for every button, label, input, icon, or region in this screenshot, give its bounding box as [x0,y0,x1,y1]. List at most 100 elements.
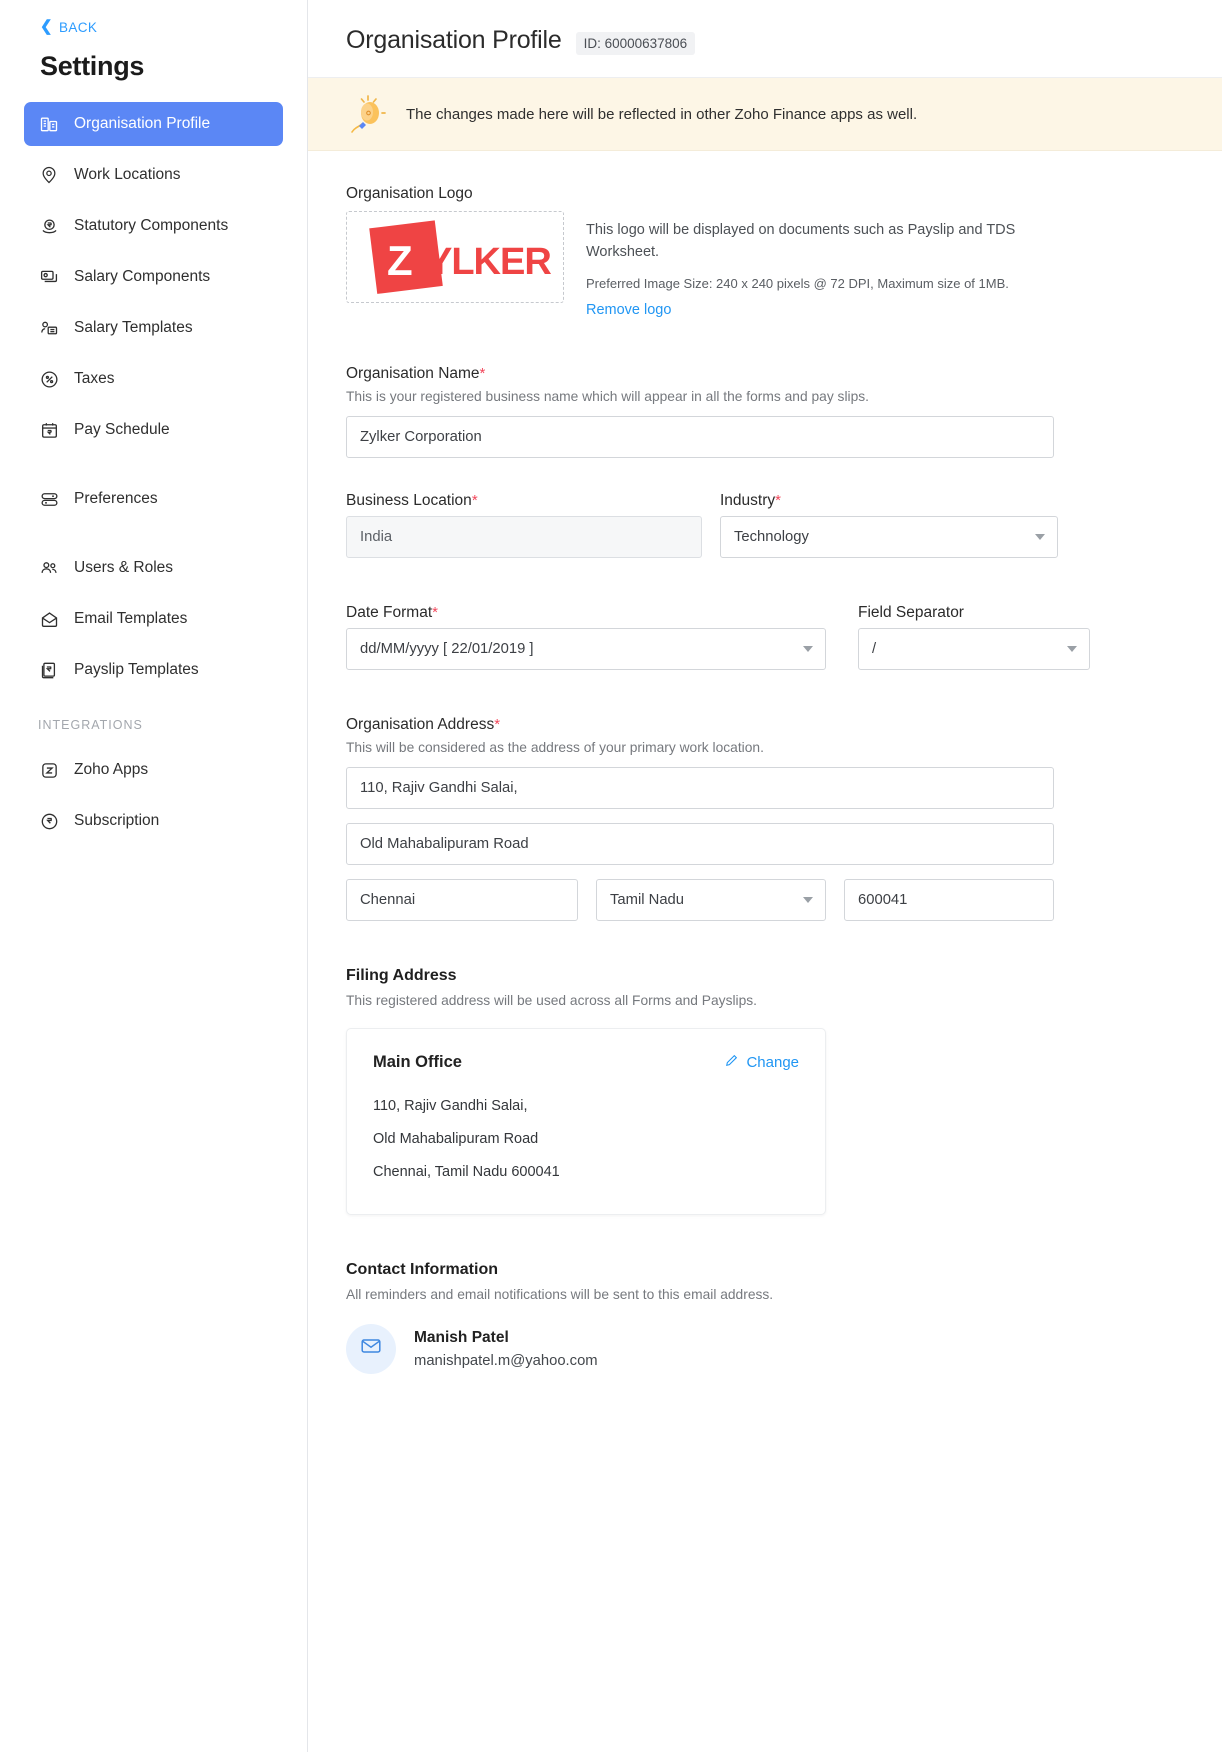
filing-address-card-title: Main Office [373,1052,462,1071]
chevron-down-icon [803,896,813,903]
sidebar-item-label: Preferences [74,490,158,507]
page-title: Organisation Profile [346,26,562,54]
logo-dropzone[interactable]: Z YLKER [346,211,564,303]
sidebar-item-preferences[interactable]: Preferences [24,477,283,521]
avatar [346,1323,396,1374]
field-separator-select[interactable]: / [858,627,1090,670]
location-pin-icon [38,164,60,186]
field-separator-field: Field Separator / [858,604,1090,670]
filing-address-description: This registered address will be used acr… [346,992,758,1008]
sidebar-item-email-templates[interactable]: Email Templates [24,597,283,641]
organisation-name-label: Organisation Name* [346,365,1184,383]
sliders-icon [38,488,60,510]
city-input[interactable]: Chennai [346,878,578,921]
city-field: Chennai [346,878,578,921]
date-format-label-text: Date Format [346,603,433,621]
contact-name: Manish Patel [414,1328,509,1346]
sidebar-item-salary-templates[interactable]: Salary Templates [24,306,283,350]
date-format-field: Date Format* dd/MM/yyyy [ 22/01/2019 ] [346,604,826,670]
contact-information-section: Contact Information All reminders and em… [346,1261,1184,1374]
required-asterisk: * [479,364,486,382]
field-separator-label: Field Separator [858,603,964,621]
organisation-address-label-text: Organisation Address [346,715,495,733]
filing-address-title: Filing Address [346,966,457,984]
logo-description-block: This logo will be displayed on documents… [586,211,1056,319]
envelope-icon [359,1334,383,1363]
address-city-state-zip-row: Chennai Tamil Nadu 600041 [346,878,1184,921]
sidebar-item-statutory-components[interactable]: Statutory Components [24,204,283,248]
sidebar-item-zoho-apps[interactable]: Zoho Apps [24,748,283,792]
organisation-logo-label: Organisation Logo [346,185,473,202]
nav-divider-gap-2 [24,528,283,546]
logo-size-note: Preferred Image Size: 240 x 240 pixels @… [586,275,1009,291]
back-label: BACK [58,20,98,35]
sidebar-item-users-roles[interactable]: Users & Roles [24,546,283,590]
sidebar-item-label: Work Locations [74,166,181,183]
contact-information-title: Contact Information [346,1260,498,1278]
sidebar-item-label: Payslip Templates [74,661,199,678]
state-select[interactable]: Tamil Nadu [596,878,826,921]
contact-information-description: All reminders and email notifications wi… [346,1286,774,1302]
sidebar-item-label: Users & Roles [74,559,174,576]
address-line1-input[interactable]: 110, Rajiv Gandhi Salai, [346,766,1054,809]
required-asterisk: * [775,491,781,509]
date-format-value: dd/MM/yyyy [ 22/01/2019 ] [360,640,534,657]
sidebar-item-label: Salary Components [74,268,211,285]
back-button[interactable]: ❮ BACK [0,0,97,35]
sidebar-item-payslip-templates[interactable]: Payslip Templates [24,648,283,692]
sidebar-item-label: Organisation Profile [74,115,211,132]
organisation-name-field: Organisation Name* This is your register… [346,365,1184,458]
required-asterisk: * [432,603,438,621]
chevron-down-icon [1035,533,1045,540]
logo-description: This logo will be displayed on documents… [586,222,1016,261]
chevron-down-icon [1067,645,1077,652]
lightbulb-icon [346,92,392,136]
filing-address-line: Chennai, Tamil Nadu 600041 [373,1163,560,1180]
sidebar-item-label: Zoho Apps [74,761,149,778]
sidebar-item-label: Email Templates [74,610,188,627]
organisation-address-description: This will be considered as the address o… [346,739,764,755]
settings-form: Organisation Logo Z YLKER This logo will… [308,151,1222,1374]
sidebar-item-label: Taxes [74,370,115,387]
remove-logo-link[interactable]: Remove logo [586,302,671,318]
percent-circle-icon [38,368,60,390]
postal-code-input[interactable]: 600041 [844,878,1054,921]
organisation-logo-row: Z YLKER This logo will be displayed on d… [346,211,1184,319]
sidebar-nav: Organisation Profile Work Locations Stat… [0,102,307,843]
postal-code-field: 600041 [844,878,1054,921]
organisation-address-label: Organisation Address* [346,716,1184,734]
filing-address-section: Filing Address This registered address w… [346,967,1184,1215]
users-icon [38,557,60,579]
change-filing-address-button[interactable]: Change [724,1053,799,1072]
sidebar-item-organisation-profile[interactable]: Organisation Profile [24,102,283,146]
organisation-name-input[interactable]: Zylker Corporation [346,415,1054,458]
filing-address-line: 110, Rajiv Gandhi Salai, [373,1097,528,1114]
address-line2-input[interactable]: Old Mahabalipuram Road [346,822,1054,865]
payslip-rupee-icon [38,659,60,681]
organisation-name-description: This is your registered business name wh… [346,388,869,404]
location-industry-row: Business Location* India Industry* Techn… [346,492,1184,558]
sidebar-item-subscription[interactable]: Subscription [24,799,283,843]
svg-text:YLKER: YLKER [427,241,551,283]
sidebar-item-pay-schedule[interactable]: Pay Schedule [24,408,283,452]
calendar-rupee-icon [38,419,60,441]
sidebar-item-salary-components[interactable]: Salary Components [24,255,283,299]
page-header: Organisation Profile ID: 60000637806 [308,0,1222,78]
filing-address-card-header: Main Office Change [373,1053,799,1072]
state-value: Tamil Nadu [610,891,685,908]
date-format-select[interactable]: dd/MM/yyyy [ 22/01/2019 ] [346,627,826,670]
field-separator-value: / [872,640,877,657]
page-title-settings: Settings [40,51,145,81]
sidebar-item-work-locations[interactable]: Work Locations [24,153,283,197]
svg-text:Z: Z [387,237,413,284]
settings-sidebar: ❮ BACK Settings Organisation Profile Wor… [0,0,308,1752]
money-cards-icon [38,266,60,288]
industry-label: Industry* [720,492,1058,510]
industry-select[interactable]: Technology [720,515,1058,558]
industry-value: Technology [734,528,809,545]
sidebar-item-taxes[interactable]: Taxes [24,357,283,401]
business-location-label-text: Business Location [346,491,472,509]
sidebar-item-label: Subscription [74,812,160,829]
info-banner: The changes made here will be reflected … [308,78,1222,151]
envelope-icon [38,608,60,630]
